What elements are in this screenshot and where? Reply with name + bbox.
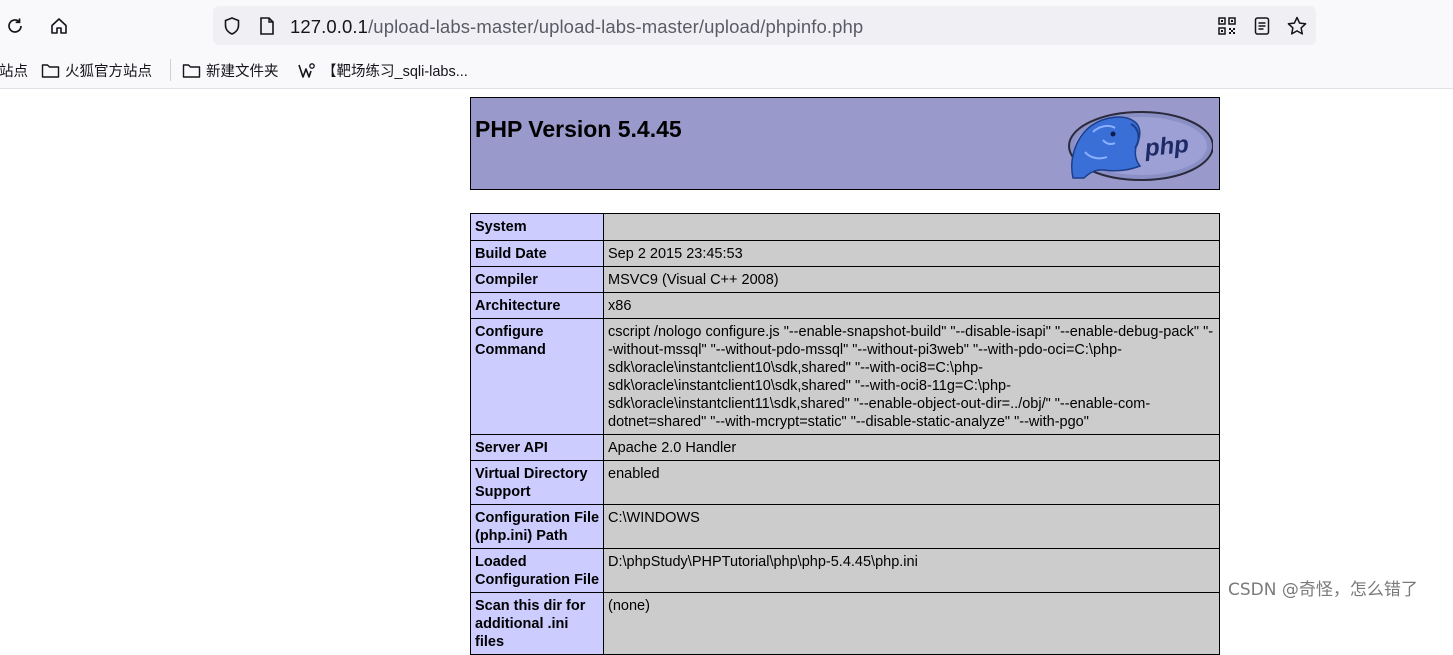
shield-icon[interactable]: [221, 15, 243, 37]
row-value: [603, 213, 1220, 241]
php-info-table: System Build Date Sep 2 2015 23:45:53 Co…: [470, 213, 1220, 655]
bookmark-label: 【靶场练习_sqli-labs...: [322, 64, 468, 80]
row-key: Virtual Directory Support: [470, 460, 604, 505]
csdn-watermark: CSDN @奇怪，怎么错了: [1228, 580, 1418, 600]
row-key: Scan this dir for additional .ini files: [470, 592, 604, 655]
table-row: System: [470, 213, 1220, 241]
logo-text: php: [1143, 131, 1191, 163]
bookmarks-toolbar: 站点 火狐官方站点 新建文件夹 【靶场练习_sqli-labs...: [0, 52, 1453, 89]
table-row: Scan this dir for additional .ini files …: [470, 592, 1220, 655]
address-bar[interactable]: 127.0.0.1/upload-labs-master/upload-labs…: [213, 6, 1316, 45]
row-value: Sep 2 2015 23:45:53: [603, 240, 1220, 267]
url-path: /upload-labs-master/upload-labs-master/u…: [368, 16, 864, 37]
row-key: Loaded Configuration File: [470, 548, 604, 593]
row-key: Compiler: [470, 266, 604, 293]
folder-icon: [41, 64, 60, 78]
row-value: cscript /nologo configure.js "--enable-s…: [603, 318, 1220, 435]
row-value: Apache 2.0 Handler: [603, 434, 1220, 461]
table-row: Architecture x86: [470, 292, 1220, 319]
url-host: 127.0.0.1: [290, 16, 369, 37]
page-icon[interactable]: [256, 15, 278, 37]
bookmark-label: 站点: [0, 64, 28, 80]
bookmark-separator: [170, 59, 171, 81]
reader-view-icon[interactable]: [1251, 15, 1273, 37]
row-value: MSVC9 (Visual C++ 2008): [603, 266, 1220, 293]
bookmark-label: 火狐官方站点: [65, 64, 152, 80]
php-version-header: PHP Version 5.4.45 php: [470, 97, 1220, 190]
bookmark-label: 新建文件夹: [206, 64, 279, 80]
row-value: C:\WINDOWS: [603, 504, 1220, 549]
row-key: Configure Command: [470, 318, 604, 435]
row-key: Architecture: [470, 292, 604, 319]
row-value: (none): [603, 592, 1220, 655]
row-key: Build Date: [470, 240, 604, 267]
php-elephant-logo-icon: php: [1068, 111, 1213, 181]
bookmark-sites[interactable]: 站点: [0, 60, 28, 81]
table-row: Server API Apache 2.0 Handler: [470, 434, 1220, 461]
qr-code-icon[interactable]: [1216, 15, 1238, 37]
row-value: enabled: [603, 460, 1220, 505]
row-value: D:\phpStudy\PHPTutorial\php\php-5.4.45\p…: [603, 548, 1220, 593]
row-value: x86: [603, 292, 1220, 319]
bookmark-star-icon[interactable]: [1286, 15, 1308, 37]
bookmark-new-folder[interactable]: 新建文件夹: [182, 60, 279, 81]
site-favicon-icon: [298, 62, 315, 78]
table-row: Compiler MSVC9 (Visual C++ 2008): [470, 266, 1220, 293]
row-key: Server API: [470, 434, 604, 461]
bookmark-sqli-labs[interactable]: 【靶场练习_sqli-labs...: [297, 60, 468, 81]
row-key: System: [470, 213, 604, 241]
table-row: Configuration File (php.ini) Path C:\WIN…: [470, 504, 1220, 549]
home-icon[interactable]: [46, 13, 72, 39]
url-text[interactable]: 127.0.0.1/upload-labs-master/upload-labs…: [290, 16, 863, 38]
bookmark-firefox-official[interactable]: 火狐官方站点: [41, 60, 152, 81]
table-row: Loaded Configuration File D:\phpStudy\PH…: [470, 548, 1220, 593]
browser-toolbar: 127.0.0.1/upload-labs-master/upload-labs…: [0, 0, 1453, 52]
row-key: Configuration File (php.ini) Path: [470, 504, 604, 549]
folder-icon: [182, 64, 201, 78]
page-title: PHP Version 5.4.45: [475, 116, 682, 142]
reload-icon[interactable]: [2, 13, 28, 39]
table-row: Virtual Directory Support enabled: [470, 460, 1220, 505]
table-row: Build Date Sep 2 2015 23:45:53: [470, 240, 1220, 267]
table-row: Configure Command cscript /nologo config…: [470, 318, 1220, 435]
